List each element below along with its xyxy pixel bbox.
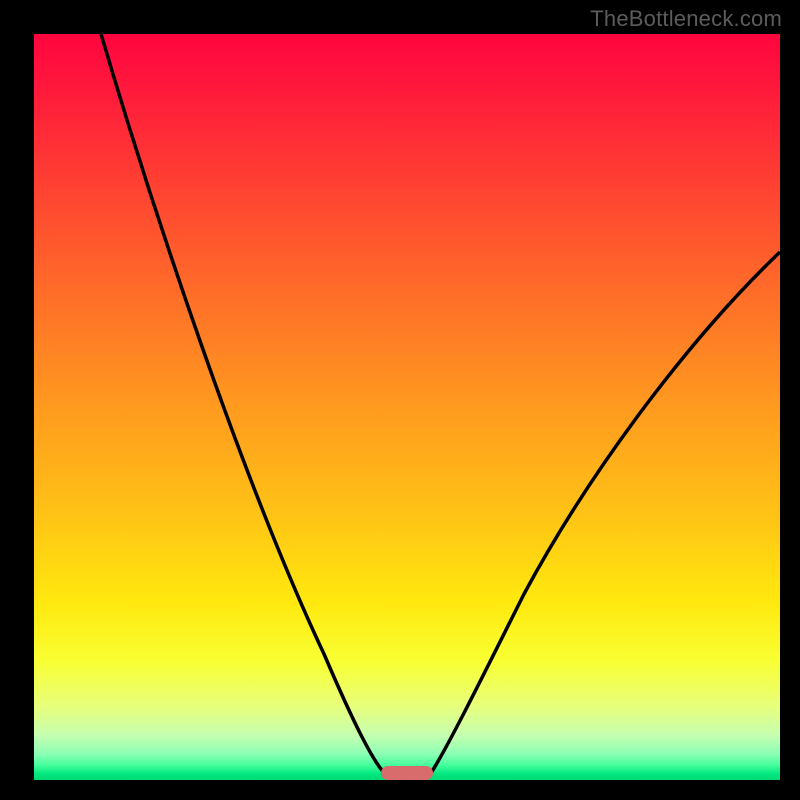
plot-area: [34, 34, 780, 780]
attribution-label: TheBottleneck.com: [590, 6, 782, 32]
left-curve: [101, 34, 387, 776]
right-curve: [429, 252, 780, 776]
minimum-marker: [381, 766, 433, 780]
chart-frame: TheBottleneck.com: [0, 0, 800, 800]
curve-layer: [34, 34, 780, 780]
